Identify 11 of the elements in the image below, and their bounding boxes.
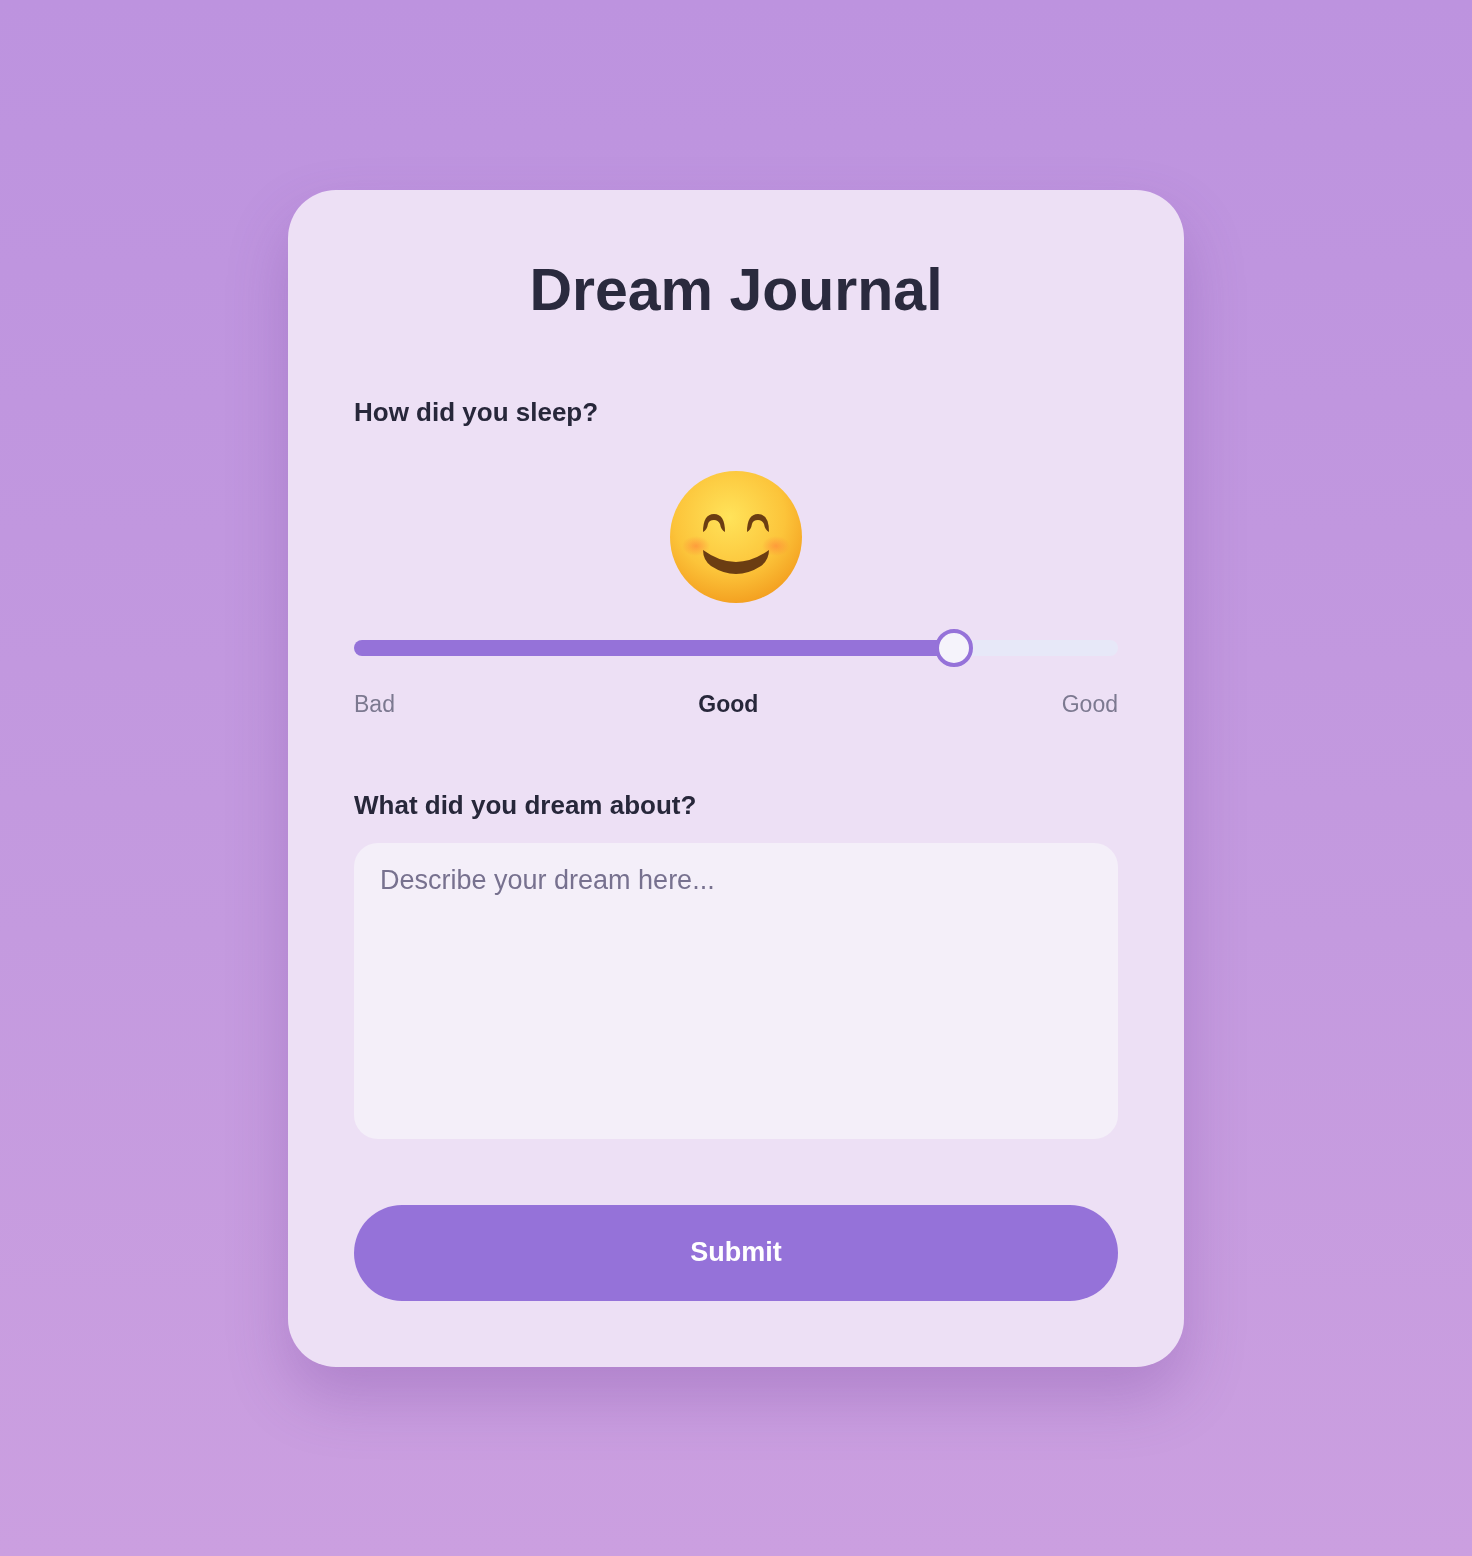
slider-thumb[interactable] <box>934 628 973 667</box>
sleep-slider[interactable] <box>354 628 1118 667</box>
card-title: Dream Journal <box>528 255 944 325</box>
min-label: Bad <box>354 689 395 719</box>
dream-input[interactable]: Describe your dream here... <box>354 842 1118 1139</box>
sleep-question-label: How did you sleep? <box>354 395 599 428</box>
dream-question-label: What did you dream about? <box>354 788 697 821</box>
smiling-face-icon <box>669 469 803 604</box>
submit-button[interactable]: Submit <box>354 1204 1118 1301</box>
current-value-label: Good <box>698 689 759 719</box>
max-label: Good <box>1061 689 1118 719</box>
